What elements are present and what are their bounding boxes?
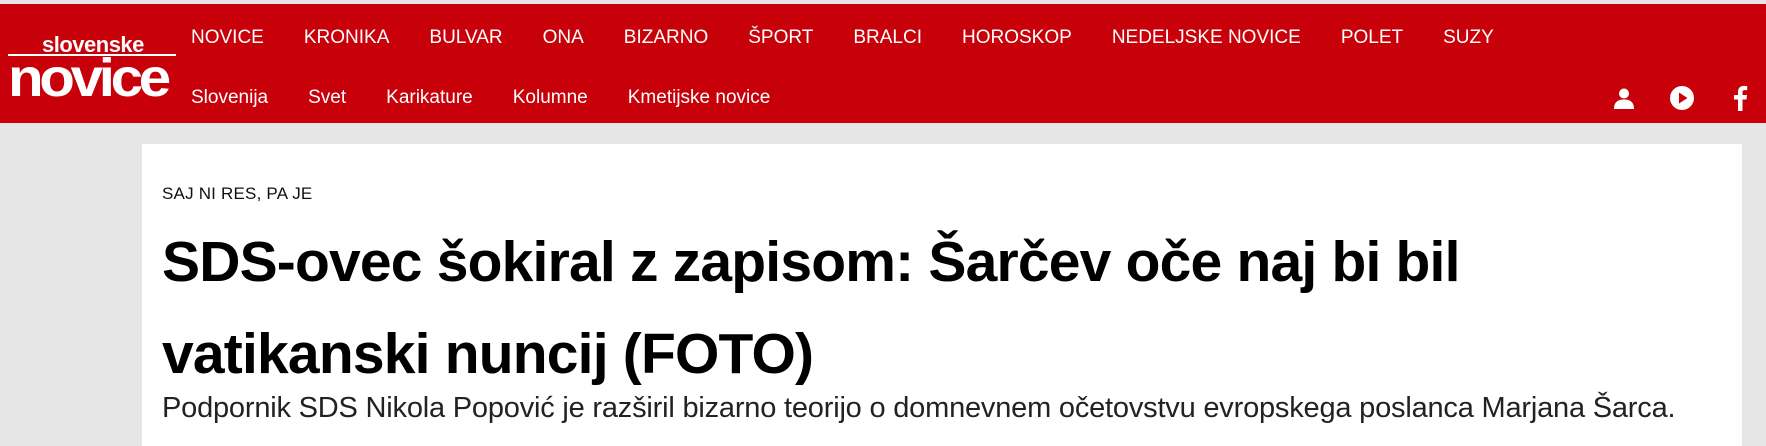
facebook-icon[interactable] [1726,84,1754,112]
subnav-item-slovenija[interactable]: Slovenija [191,87,268,109]
page: slovenske novice NOVICE KRONIKA BULVAR O… [0,0,1766,446]
subnav-item-svet[interactable]: Svet [308,87,346,109]
play-icon[interactable] [1668,84,1696,112]
nav-item-novice[interactable]: NOVICE [191,27,264,49]
subnav-item-kmetijske-novice[interactable]: Kmetijske novice [628,87,771,109]
site-header: slovenske novice NOVICE KRONIKA BULVAR O… [0,4,1766,123]
nav-item-bralci[interactable]: BRALCI [853,27,922,49]
nav-item-sport[interactable]: ŠPORT [748,27,813,49]
logo-main-text: novice [8,48,171,108]
site-logo[interactable]: slovenske novice [6,30,176,106]
user-icon[interactable] [1610,84,1638,112]
nav-item-ona[interactable]: ONA [543,27,584,49]
article-headline[interactable]: SDS-ovec šokiral z zapisom: Šarčev oče n… [162,216,1722,400]
primary-nav: NOVICE KRONIKA BULVAR ONA BIZARNO ŠPORT … [191,22,1534,54]
nav-item-suzy[interactable]: SUZY [1443,27,1494,49]
subnav-item-karikature[interactable]: Karikature [386,87,473,109]
header-icons [1580,82,1766,114]
article-kicker: SAJ NI RES, PA JE [162,184,313,203]
article-card: SAJ NI RES, PA JE SDS-ovec šokiral z zap… [142,144,1742,446]
nav-item-polet[interactable]: POLET [1341,27,1403,49]
nav-item-nedeljske-novice[interactable]: NEDELJSKE NOVICE [1112,27,1301,49]
nav-item-horoskop[interactable]: HOROSKOP [962,27,1072,49]
subnav-item-kolumne[interactable]: Kolumne [513,87,588,109]
nav-item-kronika[interactable]: KRONIKA [304,27,390,49]
nav-item-bizarno[interactable]: BIZARNO [624,27,708,49]
nav-item-bulvar[interactable]: BULVAR [429,27,502,49]
secondary-nav: Slovenija Svet Karikature Kolumne Kmetij… [191,82,810,114]
article-lead: Podpornik SDS Nikola Popović je razširil… [162,392,1676,424]
